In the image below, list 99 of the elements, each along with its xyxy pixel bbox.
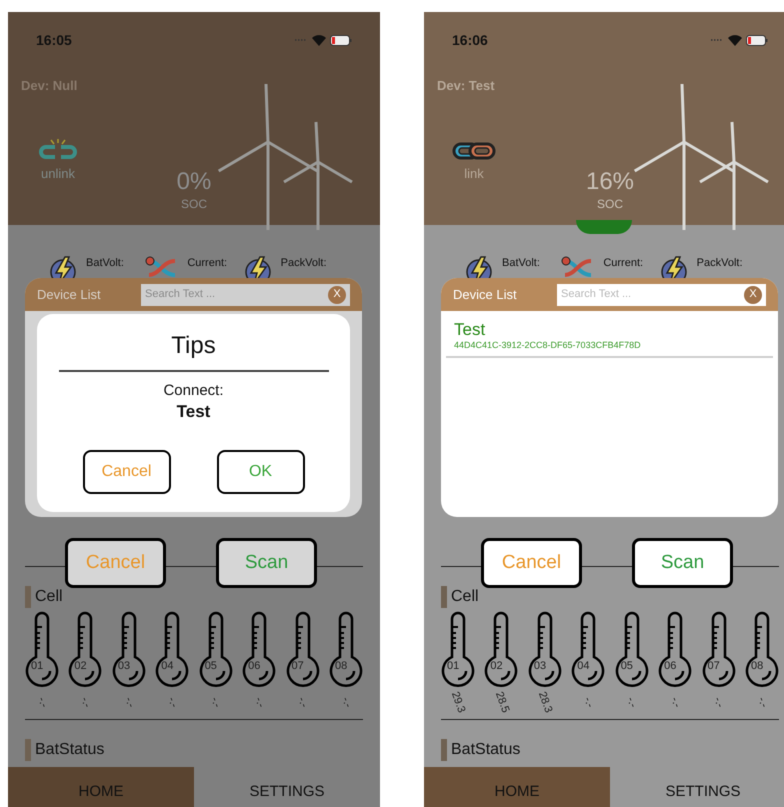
battery-icon — [746, 34, 768, 46]
metric-label: Current: — [603, 256, 644, 271]
sensor-number: 08 — [750, 661, 764, 672]
clear-button[interactable]: X — [744, 286, 762, 304]
thermometer-icon — [198, 611, 233, 687]
dialog-button[interactable]: Cancel — [82, 450, 170, 494]
temperature-value: -.- — [252, 696, 266, 710]
temperature-value: -.- — [755, 696, 769, 710]
sensor-number: 07 — [708, 661, 720, 672]
action-button[interactable]: Cancel — [481, 538, 582, 588]
sensor-number: 04 — [161, 661, 174, 672]
thermometer-icon — [571, 611, 606, 687]
section-marker — [25, 739, 31, 761]
panel-title: Device List — [37, 286, 102, 304]
wifi-icon — [312, 34, 326, 46]
section-title: BatStatus — [35, 740, 104, 760]
sensor-number: 03 — [534, 661, 546, 672]
dialog-button[interactable]: OK — [216, 450, 304, 494]
metric-label: BatVolt: — [502, 256, 540, 271]
sensor-number: 06 — [664, 661, 676, 672]
temperature-value: -.- — [208, 696, 223, 710]
temperature-value: 28.5 — [492, 690, 510, 714]
dialog-device-name: Test — [176, 400, 210, 422]
device-item-name: Test — [454, 319, 486, 340]
thermometer-icon — [658, 611, 692, 687]
thermometer-icon — [25, 611, 59, 687]
soc-wave-drawing — [576, 220, 632, 234]
sensor-number: 06 — [248, 661, 260, 672]
wifi-icon — [728, 34, 742, 46]
sensor-number: 02 — [490, 661, 503, 672]
device-name: Dev: Test — [437, 77, 496, 95]
action-button[interactable]: Scan — [216, 538, 317, 588]
thermometer-icon — [744, 611, 779, 687]
thermometer-icon — [242, 611, 276, 687]
device-item-id: 44D4C41C-3912-2CC8-DF65-7033CFB4F78D — [454, 340, 642, 352]
sensor-number: 01 — [31, 661, 44, 672]
thermometer-icon — [155, 611, 190, 687]
thermometer-icon — [328, 611, 363, 687]
battery-icon — [330, 34, 352, 46]
metric-label: PackVolt: — [696, 256, 743, 271]
tab[interactable]: SETTINGS — [610, 767, 784, 807]
thermometer-icon — [112, 611, 146, 687]
signal-dots-icon — [294, 38, 308, 42]
thermometer-icon — [702, 611, 736, 687]
sensor-number: 08 — [334, 661, 348, 672]
soc-label: SOC — [180, 197, 207, 212]
section-marker — [441, 739, 447, 761]
search-field[interactable]: Search Text ... X — [557, 284, 766, 306]
temperature-value: -.- — [296, 696, 310, 710]
temperature-value: 28.3 — [536, 690, 554, 714]
section-marker — [25, 586, 31, 608]
thermometer-icon — [484, 611, 518, 687]
clock-time: 16:06 — [452, 30, 488, 50]
section-title: BatStatus — [451, 740, 520, 760]
metric-label: Current: — [187, 256, 228, 271]
link-status: unlink — [41, 164, 75, 182]
sensor-number: 02 — [74, 661, 87, 672]
panel-title: Device List — [453, 286, 518, 304]
sensor-number: 05 — [620, 661, 633, 672]
soc-percent: 16% — [586, 167, 634, 197]
section-title: Cell — [35, 587, 63, 607]
clock-time: 16:05 — [36, 30, 72, 50]
thermometer-icon — [528, 611, 562, 687]
tab[interactable]: HOME — [424, 767, 610, 807]
temperature-value: -.- — [122, 696, 136, 710]
action-button[interactable]: Scan — [632, 538, 733, 588]
temperature-value: -.- — [668, 696, 682, 710]
search-field[interactable]: Search Text ... X — [141, 284, 350, 306]
metric-label: BatVolt: — [86, 256, 124, 271]
temperature-value: -.- — [165, 696, 180, 710]
temperature-value: -.- — [35, 696, 49, 710]
dialog-title: Tips — [171, 331, 216, 361]
section-marker — [441, 586, 447, 608]
link-status: link — [464, 164, 484, 182]
temperature-value: 29.3 — [449, 690, 467, 714]
temperature-value: -.- — [712, 696, 726, 710]
tab[interactable]: SETTINGS — [194, 767, 380, 807]
thermometer-icon — [286, 611, 320, 687]
section-title: Cell — [451, 587, 479, 607]
sensor-number: 04 — [577, 661, 590, 672]
tab[interactable]: HOME — [8, 767, 194, 807]
soc-label: SOC — [596, 197, 623, 212]
clear-button[interactable]: X — [328, 286, 346, 304]
temperature-value: -.- — [339, 696, 353, 710]
thermometer-icon — [68, 611, 102, 687]
sensor-number: 07 — [292, 661, 304, 672]
soc-percent: 0% — [176, 167, 212, 197]
signal-dots-icon — [710, 38, 724, 42]
temperature-value: -.- — [78, 696, 92, 710]
thermometer-icon — [614, 611, 649, 687]
dialog-message: Connect: — [163, 382, 224, 401]
sensor-number: 05 — [204, 661, 217, 672]
metric-label: PackVolt: — [280, 256, 327, 271]
temperature-value: -.- — [581, 696, 596, 710]
thermometer-icon — [441, 611, 475, 687]
device-item[interactable]: Test 44D4C41C-3912-2CC8-DF65-7033CFB4F78D — [446, 311, 773, 358]
sensor-number: 01 — [447, 661, 460, 672]
sensor-number: 03 — [118, 661, 130, 672]
temperature-value: -.- — [624, 696, 639, 710]
